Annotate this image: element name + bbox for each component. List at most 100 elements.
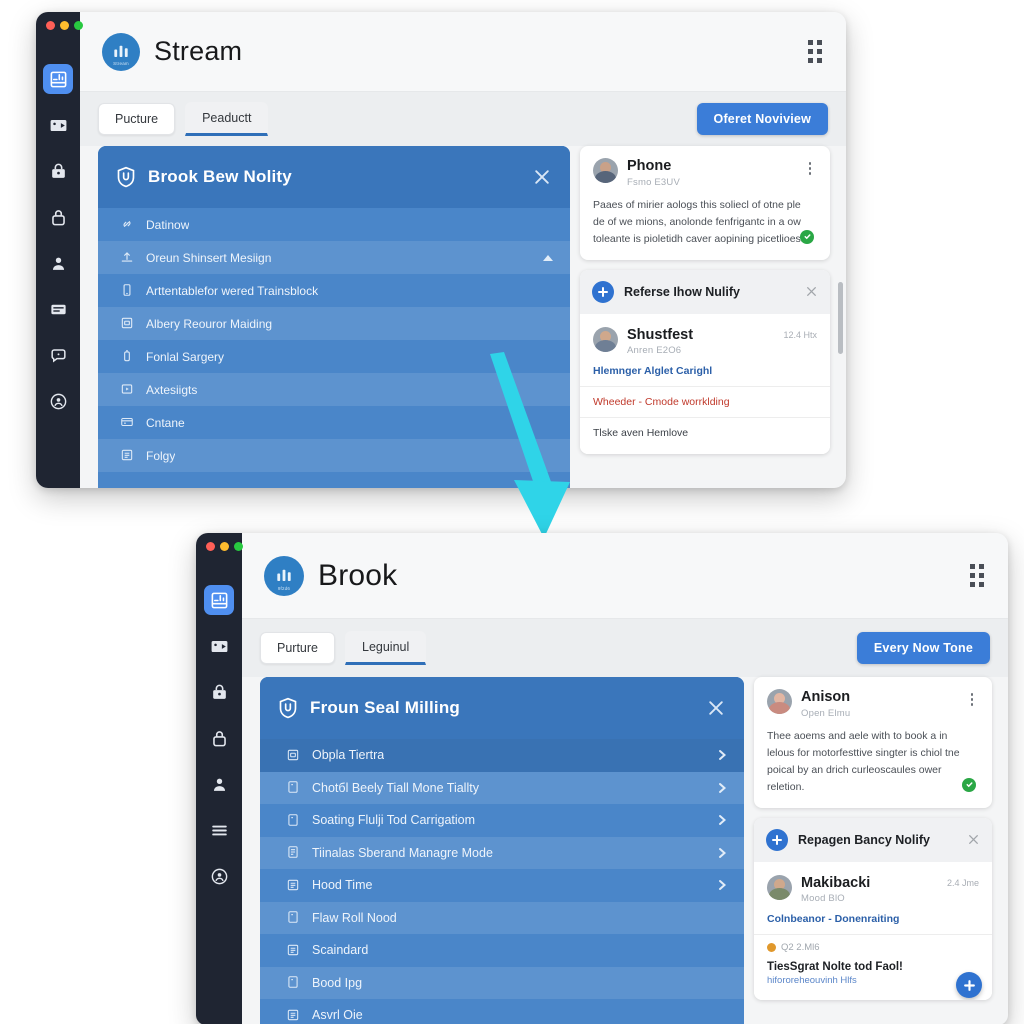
notify-line-alert[interactable]: Wheeder - Cmode worrklding [580,387,830,419]
sidebar-item-lock-box[interactable] [43,156,73,186]
chevron-right-icon[interactable] [716,782,728,794]
list-item[interactable]: Fonlal Sargery [98,340,570,373]
list-item[interactable]: Arttentablefor wered Trainsblock [98,274,570,307]
minimize-window-button[interactable] [60,21,69,30]
close-icon[interactable] [805,285,818,298]
sidebar-item-panel[interactable] [43,294,73,324]
overview-button[interactable]: Oferet Noviview [696,103,828,135]
tab-leguinul[interactable]: Leguinul [345,631,427,665]
list-item[interactable]: Cntane [98,406,570,439]
doc-icon [286,780,300,795]
notify-card: Repagen Bancy Nolify Makibacki Mood BlO … [754,817,992,1001]
right-column: Anison Open Elmu Thee aoems and aele wit… [754,677,1000,1024]
sidebar-item-image-export[interactable] [204,631,234,661]
person-body-text: Thee aoems and aele with to book a in le… [767,729,960,793]
blue-panel-title: Brook Bew Nolity [148,167,292,186]
tab-purture[interactable]: Purture [260,632,335,664]
person-header: Anison Open Elmu [767,689,978,719]
sidebar-item-account-circle[interactable] [43,386,73,416]
caret-up-icon[interactable] [542,252,554,264]
list-item-label: Albery Reouror Maiding [146,316,273,331]
minimize-window-button[interactable] [220,542,229,551]
close-icon[interactable] [967,833,980,846]
grid-dots-icon[interactable] [970,564,984,587]
sidebar-item-lock-box[interactable] [204,677,234,707]
close-window-button[interactable] [206,542,215,551]
chevron-right-icon[interactable] [716,749,728,761]
list-item[interactable]: Scaindard [260,934,744,967]
add-fab-button[interactable] [956,972,982,999]
person-subtitle: Fsmo E3UV [627,176,681,188]
list-item[interactable]: Oreun Shinsert Mesiign [98,241,570,274]
person-name: Phone [627,158,672,174]
plus-icon[interactable] [766,828,788,851]
kebab-icon[interactable] [804,158,816,175]
chevron-right-icon[interactable] [716,814,728,826]
content-split: Froun Seal Milling Obpla Tiertra Chotбl … [242,677,1008,1024]
doc-icon [286,975,300,990]
list-item[interactable]: Albery Reouror Maiding [98,307,570,340]
sidebar-item-chat[interactable] [43,340,73,370]
tab-peaductt[interactable]: Peaductt [185,102,269,136]
sidebar-item-image-export[interactable] [43,110,73,140]
list-item[interactable]: Tiinalas Sberand Managre Mode [260,836,744,869]
notify-line-link[interactable]: Colnbeanor - Donenraiting [754,904,992,936]
plus-icon[interactable] [592,280,614,303]
sidebar-item-dashboard[interactable] [204,585,234,615]
sidebar-item-user[interactable] [43,248,73,278]
doc-icon [286,813,300,828]
screenshot-stage: Stream Stream Pucture Peaductt Oferet No… [0,0,1024,1024]
list-item-label: Flaw Roll Nood [312,910,397,925]
sidebar-rail [36,12,80,488]
list-item[interactable]: Soating Flulji Tod Carrigatiom [260,804,744,837]
kebab-icon[interactable] [966,689,978,706]
notify-line-plain[interactable]: Tlske aven Hemlove [580,418,830,448]
sidebar-item-dashboard[interactable] [43,64,73,94]
list-item[interactable]: Axtesiigts [98,373,570,406]
maximize-window-button[interactable] [234,542,243,551]
list-item[interactable]: Obpla Tiertra [260,739,744,772]
list-item[interactable]: Datinow [98,208,570,241]
sidebar-item-user[interactable] [204,769,234,799]
window-traffic-lights[interactable] [206,542,243,551]
scrollbar[interactable] [838,282,843,354]
list-item[interactable]: Hood Time [260,869,744,902]
tab-pucture[interactable]: Pucture [98,103,176,135]
list-item-label: Axtesiigts [146,382,198,397]
chevron-right-icon[interactable] [716,879,728,891]
close-window-button[interactable] [46,21,55,30]
sidebar-item-padlock[interactable] [43,202,73,232]
notify-entry-name: Makibacki [801,874,871,891]
close-icon[interactable] [706,698,726,718]
list-item[interactable]: Chotбl Beely Tiall Mone Tiallty [260,771,744,804]
sidebar-item-account-circle[interactable] [204,861,234,891]
notify-body: Makibacki Mood BlO 2.4 Jme Colnbeanor - … [754,861,992,1001]
window-brook: 9f2d6 Brook Purture Leguinul Every Now T… [196,533,1008,1024]
list-item-label: Scaindard [312,943,369,958]
avatar [767,689,792,714]
window-traffic-lights[interactable] [46,21,83,30]
notify-entry-subtitle: Anren E2O6 [627,345,682,357]
list-item-label: Soating Flulji Tod Carrigatiom [312,813,476,828]
chevron-right-icon[interactable] [716,847,728,859]
every-now-tone-button[interactable]: Every Now Tone [856,632,990,664]
list-item[interactable]: Bood Ipg [260,966,744,999]
sidebar-item-padlock[interactable] [204,723,234,753]
tab-bar: Pucture Peaductt Oferet Noviview [80,92,846,146]
grid-dots-icon[interactable] [808,40,822,63]
list-item[interactable]: Asvrl Oie [260,999,744,1024]
close-icon[interactable] [532,167,552,187]
list-item-label: Cntane [146,415,185,430]
avatar [593,158,618,183]
notify-header: Referse Ihow Nulify [580,269,830,314]
media-icon [120,382,134,397]
wallet-icon [120,415,134,430]
notify-line-link[interactable]: Hlemnger Alglet Carighl [580,356,830,388]
notify-card: Referse Ihow Nulify Shustfest Anren E2O6… [580,269,830,455]
list-item[interactable]: Flaw Roll Nood [260,901,744,934]
list-item-label: Hood Time [312,878,373,893]
sidebar-item-menu-lines[interactable] [204,815,234,845]
list-item[interactable]: Folgy [98,439,570,472]
notify-amber-text: Q2 2.Ml6 [781,942,820,954]
maximize-window-button[interactable] [74,21,83,30]
